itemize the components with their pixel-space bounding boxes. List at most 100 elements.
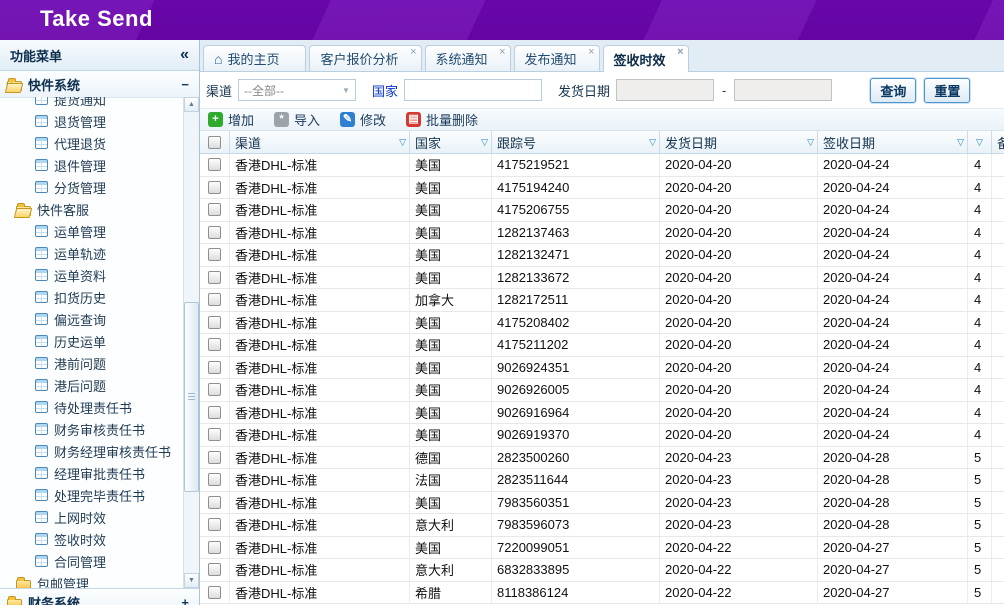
scroll-down-icon[interactable]: ▼ xyxy=(184,573,199,588)
row-checkbox-cell[interactable] xyxy=(200,537,230,559)
row-checkbox-cell[interactable] xyxy=(200,222,230,244)
tab-close-icon[interactable]: × xyxy=(499,47,505,58)
row-checkbox[interactable] xyxy=(208,181,221,194)
batch-delete-button[interactable]: ▤批量删除 xyxy=(406,110,478,129)
tab-签收时效[interactable]: 签收时效× xyxy=(603,45,689,72)
sidebar-scrollbar[interactable]: ▲ ▼ xyxy=(183,97,199,588)
table-row[interactable]: 香港DHL-标准美国90269169642020-04-202020-04-24… xyxy=(200,402,1004,425)
table-row[interactable]: 香港DHL-标准美国12821336722020-04-202020-04-24… xyxy=(200,267,1004,290)
sidebar-item[interactable]: 待处理责任书 xyxy=(0,396,183,418)
row-checkbox-cell[interactable] xyxy=(200,582,230,604)
ship-date-to-input[interactable] xyxy=(734,79,832,101)
sidebar-item[interactable]: 快件客服 xyxy=(0,198,183,220)
row-checkbox-cell[interactable] xyxy=(200,267,230,289)
table-row[interactable]: 香港DHL-标准意大利79835960732020-04-232020-04-2… xyxy=(200,514,1004,537)
table-row[interactable]: 香港DHL-标准美国41752195212020-04-202020-04-24… xyxy=(200,154,1004,177)
sidebar-item[interactable]: 扣货历史 xyxy=(0,286,183,308)
sidebar-section-express-system[interactable]: → 快件系统 − xyxy=(0,71,199,98)
sidebar-item[interactable]: 偏远查询 xyxy=(0,308,183,330)
row-checkbox[interactable] xyxy=(208,541,221,554)
row-checkbox[interactable] xyxy=(208,518,221,531)
sidebar-item[interactable]: 运单资料 xyxy=(0,264,183,286)
column-header-tracking[interactable]: 跟踪号▽ xyxy=(492,131,660,153)
sidebar-item[interactable]: 退件管理 xyxy=(0,154,183,176)
chevron-down-icon[interactable]: ▼ xyxy=(337,86,355,95)
table-row[interactable]: 香港DHL-标准美国90269193702020-04-202020-04-24… xyxy=(200,424,1004,447)
scroll-up-icon[interactable]: ▲ xyxy=(184,97,199,112)
sidebar-item[interactable]: 经理审批责任书 xyxy=(0,462,183,484)
tab-我的主页[interactable]: ⌂我的主页 xyxy=(203,45,306,71)
column-header-ship_date[interactable]: 发货日期▽ xyxy=(660,131,818,153)
import-button[interactable]: *导入 xyxy=(274,110,320,129)
sidebar-item[interactable]: 财务经理审核责任书 xyxy=(0,440,183,462)
sort-icon[interactable]: ▽ xyxy=(957,137,964,148)
ship-date-from-input[interactable] xyxy=(616,79,714,101)
row-checkbox[interactable] xyxy=(208,383,221,396)
column-header-country[interactable]: 国家▽ xyxy=(410,131,492,153)
tab-发布通知[interactable]: 发布通知× xyxy=(514,45,600,71)
row-checkbox[interactable] xyxy=(208,428,221,441)
sidebar-item[interactable]: 港前问题 xyxy=(0,352,183,374)
sort-icon[interactable]: ▽ xyxy=(481,137,488,148)
row-checkbox[interactable] xyxy=(208,248,221,261)
table-row[interactable]: 香港DHL-标准美国41751942402020-04-202020-04-24… xyxy=(200,177,1004,200)
sidebar-item[interactable]: 上网时效 xyxy=(0,506,183,528)
column-header-days[interactable]: ▽ xyxy=(968,131,992,153)
collapse-minus-icon[interactable]: − xyxy=(181,77,189,92)
tab-close-icon[interactable]: × xyxy=(588,47,594,58)
row-checkbox-cell[interactable] xyxy=(200,154,230,176)
row-checkbox[interactable] xyxy=(208,586,221,599)
sidebar-item[interactable]: 财务审核责任书 xyxy=(0,418,183,440)
tab-close-icon[interactable]: × xyxy=(410,47,416,58)
row-checkbox[interactable] xyxy=(208,271,221,284)
select-all-checkbox[interactable] xyxy=(208,136,221,149)
row-checkbox-cell[interactable] xyxy=(200,469,230,491)
sidebar-item[interactable]: 包邮管理 xyxy=(0,572,183,588)
scrollbar-thumb[interactable] xyxy=(184,302,199,492)
edit-button[interactable]: ✎修改 xyxy=(340,110,386,129)
sidebar-item[interactable]: 合同管理 xyxy=(0,550,183,572)
row-checkbox-cell[interactable] xyxy=(200,177,230,199)
sidebar-item[interactable]: 港后问题 xyxy=(0,374,183,396)
row-checkbox[interactable] xyxy=(208,473,221,486)
row-checkbox-cell[interactable] xyxy=(200,447,230,469)
table-row[interactable]: 香港DHL-标准美国12821374632020-04-202020-04-24… xyxy=(200,222,1004,245)
row-checkbox-cell[interactable] xyxy=(200,289,230,311)
row-checkbox-cell[interactable] xyxy=(200,312,230,334)
row-checkbox-cell[interactable] xyxy=(200,424,230,446)
row-checkbox[interactable] xyxy=(208,451,221,464)
sort-icon[interactable]: ▽ xyxy=(807,137,814,148)
column-header-channel[interactable]: 渠道▽ xyxy=(230,131,410,153)
table-row[interactable]: 香港DHL-标准希腊81183861242020-04-222020-04-27… xyxy=(200,582,1004,605)
sidebar-collapse-icon[interactable]: « xyxy=(180,46,189,64)
row-checkbox-cell[interactable] xyxy=(200,379,230,401)
expand-plus-icon[interactable]: + xyxy=(181,595,189,605)
row-checkbox[interactable] xyxy=(208,158,221,171)
reset-button[interactable]: 重置 xyxy=(924,78,970,103)
row-checkbox-cell[interactable] xyxy=(200,402,230,424)
row-checkbox-cell[interactable] xyxy=(200,244,230,266)
row-checkbox-cell[interactable] xyxy=(200,514,230,536)
table-row[interactable]: 香港DHL-标准美国12821324712020-04-202020-04-24… xyxy=(200,244,1004,267)
table-row[interactable]: 香港DHL-标准美国90269243512020-04-202020-04-24… xyxy=(200,357,1004,380)
tab-close-icon[interactable]: × xyxy=(677,47,683,58)
add-button[interactable]: +增加 xyxy=(208,110,254,129)
table-row[interactable]: 香港DHL-标准美国41752112022020-04-202020-04-24… xyxy=(200,334,1004,357)
row-checkbox-cell[interactable] xyxy=(200,334,230,356)
sidebar-item[interactable]: 提货通知 xyxy=(0,97,183,110)
row-checkbox[interactable] xyxy=(208,563,221,576)
sidebar-item[interactable]: 签收时效 xyxy=(0,528,183,550)
table-row[interactable]: 香港DHL-标准美国41752067552020-04-202020-04-24… xyxy=(200,199,1004,222)
row-checkbox-cell[interactable] xyxy=(200,199,230,221)
table-row[interactable]: 香港DHL-标准美国79835603512020-04-232020-04-28… xyxy=(200,492,1004,515)
sidebar-section-finance-system[interactable]: 财务系统 + xyxy=(0,588,199,605)
sidebar-item[interactable]: 处理完毕责任书 xyxy=(0,484,183,506)
channel-select[interactable]: --全部-- ▼ xyxy=(238,79,356,101)
table-row[interactable]: 香港DHL-标准德国28235002602020-04-232020-04-28… xyxy=(200,447,1004,470)
sidebar-item[interactable]: 历史运单 xyxy=(0,330,183,352)
sort-icon[interactable]: ▽ xyxy=(649,137,656,148)
row-checkbox-cell[interactable] xyxy=(200,357,230,379)
row-checkbox[interactable] xyxy=(208,293,221,306)
sidebar-item[interactable]: 运单管理 xyxy=(0,220,183,242)
header-checkbox-cell[interactable] xyxy=(200,131,230,153)
